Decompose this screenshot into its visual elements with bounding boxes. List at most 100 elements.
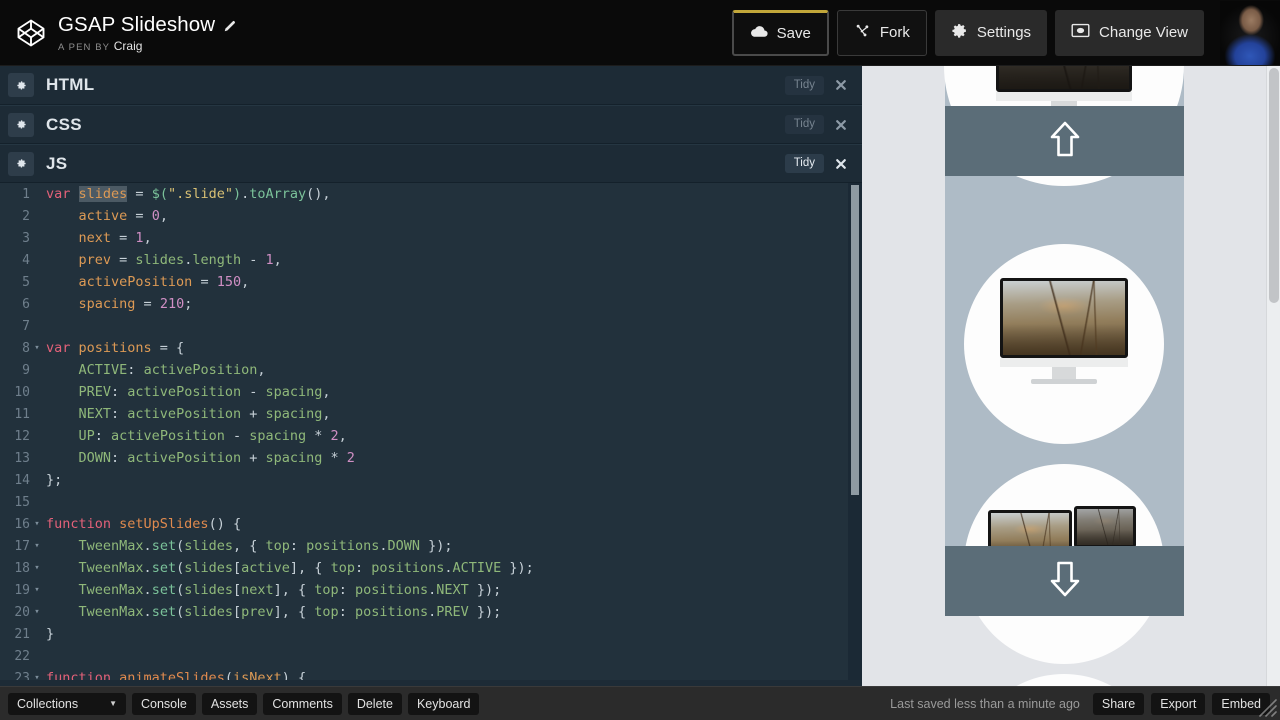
slide-circle-active	[964, 244, 1164, 444]
page-title: GSAP Slideshow	[58, 12, 216, 36]
pane-header-css[interactable]: CSS Tidy	[0, 105, 862, 144]
arrow-up-icon	[1048, 119, 1082, 164]
fold-arrow-icon[interactable]: ▾	[30, 535, 44, 557]
code-line[interactable]: 2 active = 0,	[0, 205, 862, 227]
button-label: Collections	[17, 696, 79, 711]
code-text: spacing = 210;	[78, 296, 193, 312]
code-line[interactable]: 7	[0, 315, 862, 337]
code-line[interactable]: 16 ▾ function setUpSlides() {	[0, 513, 862, 535]
share-button[interactable]: Share	[1092, 692, 1145, 715]
line-number: 5	[22, 274, 30, 290]
collections-button[interactable]: Collections ▼	[8, 692, 126, 715]
code-line[interactable]: 11 NEXT: activePosition + spacing,	[0, 403, 862, 425]
code-line[interactable]: 22	[0, 645, 862, 667]
code-line[interactable]: 15	[0, 491, 862, 513]
code-line[interactable]: 13 DOWN: activePosition + spacing * 2	[0, 447, 862, 469]
code-line[interactable]: 1 var slides = $(".slide").toArray(),	[0, 183, 862, 205]
pane-header-js[interactable]: JS Tidy	[0, 144, 862, 183]
close-pane-js-icon[interactable]	[830, 153, 852, 175]
fork-button[interactable]: Fork	[836, 9, 927, 56]
change-view-label: Change View	[1099, 24, 1188, 41]
pen-brand: GSAP Slideshow A PEN BY Craig	[0, 13, 237, 53]
editor-vertical-scrollbar[interactable]	[848, 183, 862, 680]
fold-arrow-icon[interactable]: ▾	[30, 513, 44, 535]
settings-button[interactable]: Settings	[934, 9, 1048, 56]
code-line[interactable]: 18 ▾ TweenMax.set(slides[active], { top: …	[0, 557, 862, 579]
fold-arrow-icon[interactable]: ▾	[30, 601, 44, 623]
preview-scrollbar-thumb[interactable]	[1269, 68, 1279, 303]
code-line[interactable]: 21}	[0, 623, 862, 645]
bottom-right-group: Last saved less than a minute ago Share …	[890, 692, 1280, 715]
keyboard-button[interactable]: Keyboard	[407, 692, 480, 715]
line-number: 16	[14, 516, 30, 532]
code-line[interactable]: 20 ▾ TweenMax.set(slides[prev], { top: po…	[0, 601, 862, 623]
code-text: activePosition = 150,	[78, 274, 250, 290]
codepen-logo-icon[interactable]	[14, 16, 48, 50]
delete-button[interactable]: Delete	[347, 692, 402, 715]
line-number: 9	[22, 362, 30, 378]
fold-arrow-icon[interactable]: ▾	[30, 337, 44, 359]
code-line[interactable]: 6 spacing = 210;	[0, 293, 862, 315]
pencil-icon[interactable]	[223, 19, 237, 33]
code-line[interactable]: 19 ▾ TweenMax.set(slides[next], { top: po…	[0, 579, 862, 601]
line-number: 21	[14, 626, 30, 642]
code-line[interactable]: 4 prev = slides.length - 1,	[0, 249, 862, 271]
fork-icon	[854, 23, 871, 42]
top-actions: Save Fork Settings Change View	[731, 0, 1280, 66]
nav-down-button[interactable]	[945, 546, 1184, 616]
fold-arrow-icon[interactable]: ▾	[30, 579, 44, 601]
code-line[interactable]: 3 next = 1,	[0, 227, 862, 249]
bottom-bar: Collections ▼ Console Assets Comments Delete K…	[0, 686, 1280, 720]
screen-icon	[1071, 23, 1090, 42]
resize-grip-icon[interactable]	[1256, 696, 1278, 718]
code-line[interactable]: 14};	[0, 469, 862, 491]
preview-vertical-scrollbar[interactable]	[1266, 66, 1280, 686]
code-line[interactable]: 10 PREV: activePosition - spacing,	[0, 381, 862, 403]
code-text: };	[46, 472, 63, 488]
author-link[interactable]: Craig	[114, 39, 143, 53]
code-text: TweenMax.set(slides, { top: positions.DO…	[78, 538, 453, 554]
codepen-editor-app: GSAP Slideshow A PEN BY Craig Save Fork …	[0, 0, 1280, 720]
change-view-button[interactable]: Change View	[1055, 9, 1204, 56]
close-pane-html-icon[interactable]	[830, 74, 852, 96]
save-button[interactable]: Save	[731, 9, 829, 56]
avatar[interactable]	[1220, 0, 1280, 65]
editor-column: HTML Tidy CSS Tidy JS Tidy 1 var slides …	[0, 66, 862, 686]
byline: A PEN BY Craig	[58, 39, 237, 53]
comments-button[interactable]: Comments	[263, 692, 342, 715]
top-bar: GSAP Slideshow A PEN BY Craig Save Fork …	[0, 0, 1280, 66]
close-pane-css-icon[interactable]	[830, 114, 852, 136]
fold-arrow-icon[interactable]: ▾	[30, 667, 44, 680]
code-line[interactable]: 9 ACTIVE: activePosition,	[0, 359, 862, 381]
tidy-button-js[interactable]: Tidy	[784, 154, 824, 173]
console-button[interactable]: Console	[132, 692, 196, 715]
tidy-button-html[interactable]: Tidy	[784, 75, 824, 95]
cloud-icon	[750, 25, 768, 42]
nav-up-button[interactable]	[945, 106, 1184, 176]
code-line[interactable]: 17 ▾ TweenMax.set(slides, { top: position…	[0, 535, 862, 557]
code-line[interactable]: 23 ▾ function animateSlides(isNext) {	[0, 667, 862, 680]
export-button[interactable]: Export	[1151, 692, 1206, 715]
pane-header-html[interactable]: HTML Tidy	[0, 66, 862, 105]
html-settings-gear-icon[interactable]	[8, 73, 34, 97]
code-text: TweenMax.set(slides[next], { top: positi…	[78, 582, 502, 598]
chevron-down-icon: ▼	[109, 699, 117, 708]
css-settings-gear-icon[interactable]	[8, 112, 34, 137]
editor-scrollbar-thumb[interactable]	[851, 185, 859, 495]
tidy-button-css[interactable]: Tidy	[784, 115, 824, 134]
line-number: 23	[14, 670, 30, 681]
code-text: DOWN: activePosition + spacing * 2	[78, 450, 355, 466]
arrow-down-icon	[1048, 559, 1082, 604]
fold-arrow-icon[interactable]: ▾	[30, 557, 44, 579]
code-line[interactable]: 8 ▾ var positions = {	[0, 337, 862, 359]
code-text: active = 0,	[78, 208, 168, 224]
code-line[interactable]: 5 activePosition = 150,	[0, 271, 862, 293]
code-line[interactable]: 12 UP: activePosition - spacing * 2,	[0, 425, 862, 447]
code-text: TweenMax.set(slides[active], { top: posi…	[78, 560, 534, 576]
preview-pane[interactable]	[862, 66, 1280, 686]
js-code-editor[interactable]: 1 var slides = $(".slide").toArray(), 2 ac…	[0, 183, 862, 680]
code-text: next = 1,	[78, 230, 152, 246]
line-number: 7	[22, 318, 30, 334]
assets-button[interactable]: Assets	[201, 692, 258, 715]
js-settings-gear-icon[interactable]	[8, 151, 34, 176]
